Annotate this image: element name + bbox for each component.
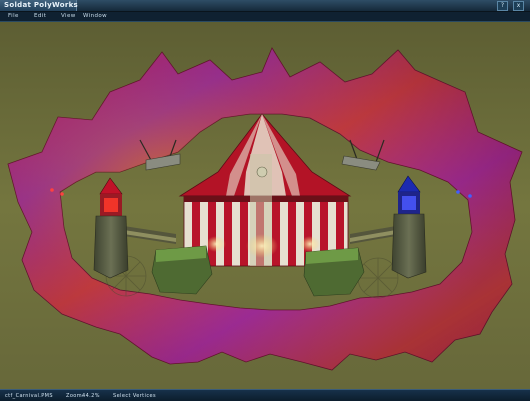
status-tool-mode: Select Vertices bbox=[113, 393, 156, 399]
status-filename: ctf_Carnival.PMS bbox=[5, 393, 53, 399]
status-zoom-value: 44.2% bbox=[82, 393, 100, 399]
map-viewport[interactable] bbox=[0, 22, 530, 389]
close-button[interactable]: x bbox=[513, 1, 524, 11]
menu-edit[interactable]: Edit bbox=[34, 13, 46, 19]
help-button[interactable]: ? bbox=[497, 1, 508, 11]
menu-view[interactable]: View bbox=[61, 13, 76, 19]
menu-bar: File Edit View Window bbox=[0, 12, 530, 22]
title-tab: Soldat PolyWorks bbox=[0, 0, 79, 11]
menu-file[interactable]: File bbox=[8, 13, 19, 19]
title-bar: Soldat PolyWorks ? x bbox=[0, 0, 530, 12]
app-title: Soldat PolyWorks bbox=[4, 1, 79, 9]
menu-window[interactable]: Window bbox=[83, 13, 107, 19]
status-bar: ctf_Carnival.PMS Zoom: 44.2% Select Vert… bbox=[0, 389, 530, 401]
map-canvas[interactable] bbox=[0, 22, 530, 389]
